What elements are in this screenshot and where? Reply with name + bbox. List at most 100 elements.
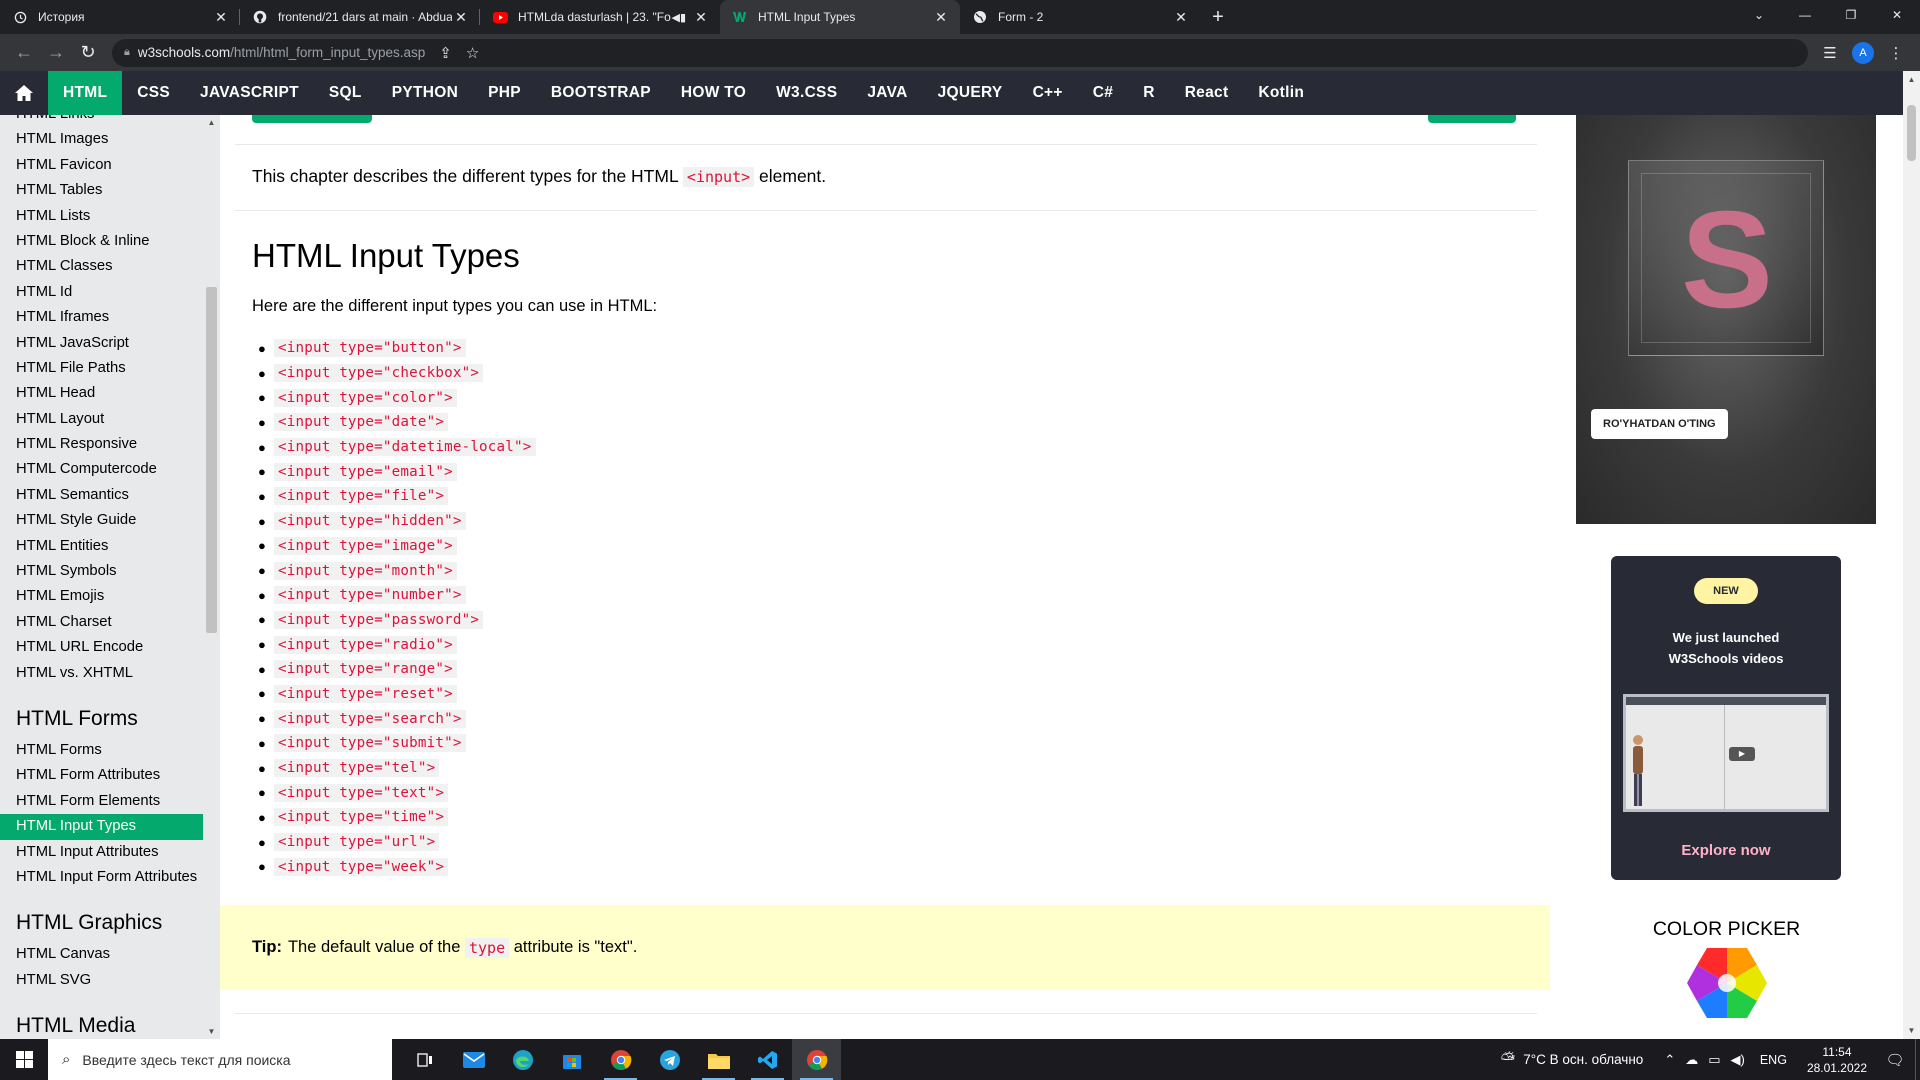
close-tab-icon[interactable]: ✕ <box>212 9 230 26</box>
file-explorer-icon[interactable] <box>694 1039 743 1080</box>
reload-icon[interactable]: ↻ <box>74 39 102 67</box>
sidebar-scrollbar-thumb[interactable] <box>206 287 217 633</box>
nav-react[interactable]: React <box>1170 71 1244 115</box>
mail-icon[interactable] <box>449 1039 498 1080</box>
sidebar-item[interactable]: HTML URL Encode <box>0 635 203 660</box>
sidebar-item[interactable]: HTML Images <box>0 127 203 152</box>
nav-bootstrap[interactable]: BOOTSTRAP <box>536 71 666 115</box>
nav-csharp[interactable]: C# <box>1078 71 1128 115</box>
close-tab-icon[interactable]: ✕ <box>1172 9 1190 26</box>
nav-javascript[interactable]: JAVASCRIPT <box>185 71 314 115</box>
nav-kotlin[interactable]: Kotlin <box>1243 71 1319 115</box>
address-bar[interactable]: 🔒︎ w3schools.com /html/html_form_input_t… <box>112 38 1808 67</box>
close-tab-icon[interactable]: ✕ <box>452 9 470 26</box>
notifications-icon[interactable]: 🗨︎ <box>1875 1051 1915 1069</box>
sidebar-item[interactable]: HTML Lists <box>0 204 203 229</box>
nav-howto[interactable]: HOW TO <box>666 71 761 115</box>
share-icon[interactable]: ⇪ <box>439 44 452 62</box>
close-window-icon[interactable]: ✕ <box>1874 0 1920 30</box>
chevron-up-icon[interactable]: ⌃ <box>1664 1052 1675 1068</box>
sidebar-item[interactable]: HTML Form Attributes <box>0 763 203 788</box>
browser-tab[interactable]: frontend/21 dars at main · Abduazim ✕ <box>240 0 480 34</box>
browser-tab-active[interactable]: HTML Input Types ✕ <box>720 0 960 34</box>
next-button[interactable] <box>1428 115 1516 123</box>
telegram-icon[interactable] <box>645 1039 694 1080</box>
browser-tab[interactable]: История ✕ <box>0 0 240 34</box>
menu-kebab-icon[interactable]: ⋮ <box>1882 39 1910 67</box>
reading-list-icon[interactable]: ☰ <box>1816 39 1844 67</box>
scroll-down-icon[interactable]: ▼ <box>203 1027 220 1036</box>
sidebar-scrollbar[interactable]: ▲ ▼ <box>203 115 220 1039</box>
sidebar-item[interactable]: HTML Charset <box>0 610 203 635</box>
nav-w3css[interactable]: W3.CSS <box>761 71 852 115</box>
page-scrollbar-thumb[interactable] <box>1907 105 1916 161</box>
scroll-up-icon[interactable]: ▲ <box>203 118 220 127</box>
sidebar-item[interactable]: HTML Classes <box>0 254 203 279</box>
sidebar-item[interactable]: HTML Emojis <box>0 584 203 609</box>
lock-icon[interactable]: 🔒︎ <box>124 46 130 59</box>
chrome-active-icon[interactable] <box>792 1039 841 1080</box>
forward-icon[interactable]: → <box>42 39 70 67</box>
sidebar-item[interactable]: HTML vs. XHTML <box>0 661 203 686</box>
volume-icon[interactable]: ◀︎) <box>1731 1052 1745 1068</box>
sidebar-item[interactable]: HTML JavaScript <box>0 331 203 356</box>
new-tab-button[interactable]: + <box>1200 0 1236 34</box>
sidebar-item[interactable]: HTML Favicon <box>0 153 203 178</box>
sidebar-item[interactable]: HTML Entities <box>0 534 203 559</box>
windows-start-icon[interactable] <box>0 1039 48 1080</box>
scroll-down-icon[interactable]: ▼ <box>1903 1026 1920 1035</box>
sidebar-item[interactable]: HTML Symbols <box>0 559 203 584</box>
nav-java[interactable]: JAVA <box>852 71 922 115</box>
restore-icon[interactable]: ❐ <box>1828 0 1874 30</box>
color-picker-hexagon-icon[interactable] <box>1687 948 1767 1018</box>
sidebar-item[interactable]: HTML Form Elements <box>0 789 203 814</box>
sidebar-item[interactable]: HTML Computercode <box>0 457 203 482</box>
nav-r[interactable]: R <box>1128 71 1170 115</box>
nav-php[interactable]: PHP <box>473 71 536 115</box>
language-indicator[interactable]: ENG <box>1760 1053 1787 1067</box>
task-view-icon[interactable] <box>400 1039 449 1080</box>
sidebar-item[interactable]: HTML Iframes <box>0 305 203 330</box>
page-scrollbar[interactable]: ▲ ▼ <box>1903 71 1920 1039</box>
sidebar-item[interactable]: HTML Layout <box>0 407 203 432</box>
show-desktop-button[interactable] <box>1915 1039 1920 1080</box>
sidebar-item[interactable]: HTML Head <box>0 381 203 406</box>
sidebar-item[interactable]: HTML Input Attributes <box>0 840 203 865</box>
close-tab-icon[interactable]: ✕ <box>932 9 950 26</box>
videos-promo-card[interactable]: NEW We just launched W3Schools videos ▶ … <box>1611 556 1841 880</box>
sidebar-item[interactable]: HTML File Paths <box>0 356 203 381</box>
sidebar-item[interactable]: HTML Tables <box>0 178 203 203</box>
ad-register-button[interactable]: RO'YHATDAN O'TING <box>1591 409 1728 439</box>
advertisement-banner[interactable]: S RO'YHATDAN O'TING <box>1576 115 1876 524</box>
nav-html[interactable]: HTML <box>48 71 123 115</box>
weather-widget[interactable]: ⛅︎ 7°C В осн. облачно <box>1501 1049 1644 1070</box>
sidebar-item[interactable]: HTML Input Form Attributes <box>0 865 203 890</box>
network-icon[interactable]: ▭ <box>1708 1052 1720 1068</box>
sidebar-item[interactable]: HTML Semantics <box>0 483 203 508</box>
sidebar-item[interactable]: HTML Responsive <box>0 432 203 457</box>
minimize-icon[interactable]: — <box>1782 0 1828 30</box>
nav-sql[interactable]: SQL <box>314 71 377 115</box>
taskbar-search-input[interactable]: ⌕ Введите здесь текст для поиска <box>48 1039 392 1080</box>
store-icon[interactable] <box>547 1039 596 1080</box>
sidebar-item[interactable]: HTML Links <box>0 115 203 127</box>
sidebar-item[interactable]: HTML SVG <box>0 968 203 993</box>
nav-python[interactable]: PYTHON <box>377 71 473 115</box>
speaker-icon[interactable]: ◀▮ <box>671 11 686 24</box>
onedrive-icon[interactable]: ☁︎ <box>1685 1052 1698 1068</box>
previous-button[interactable] <box>252 115 372 123</box>
sidebar-item[interactable]: HTML Block & Inline <box>0 229 203 254</box>
clock[interactable]: 11:54 28.01.2022 <box>1807 1044 1867 1076</box>
scroll-up-icon[interactable]: ▲ <box>1903 75 1920 84</box>
explore-now-link[interactable]: Explore now <box>1611 842 1841 859</box>
close-tab-icon[interactable]: ✕ <box>692 9 710 26</box>
tab-search-icon[interactable]: ⌄ <box>1736 0 1782 30</box>
browser-tab[interactable]: Form - 2 ✕ <box>960 0 1200 34</box>
profile-avatar[interactable]: A <box>1852 41 1874 64</box>
sidebar-item[interactable]: HTML Style Guide <box>0 508 203 533</box>
browser-tab[interactable]: HTMLda dasturlash | 23. "Form ◀▮ ✕ <box>480 0 720 34</box>
home-icon[interactable] <box>0 71 48 115</box>
bookmark-star-icon[interactable]: ☆ <box>466 44 479 62</box>
nav-css[interactable]: CSS <box>122 71 185 115</box>
chrome-icon[interactable] <box>596 1039 645 1080</box>
